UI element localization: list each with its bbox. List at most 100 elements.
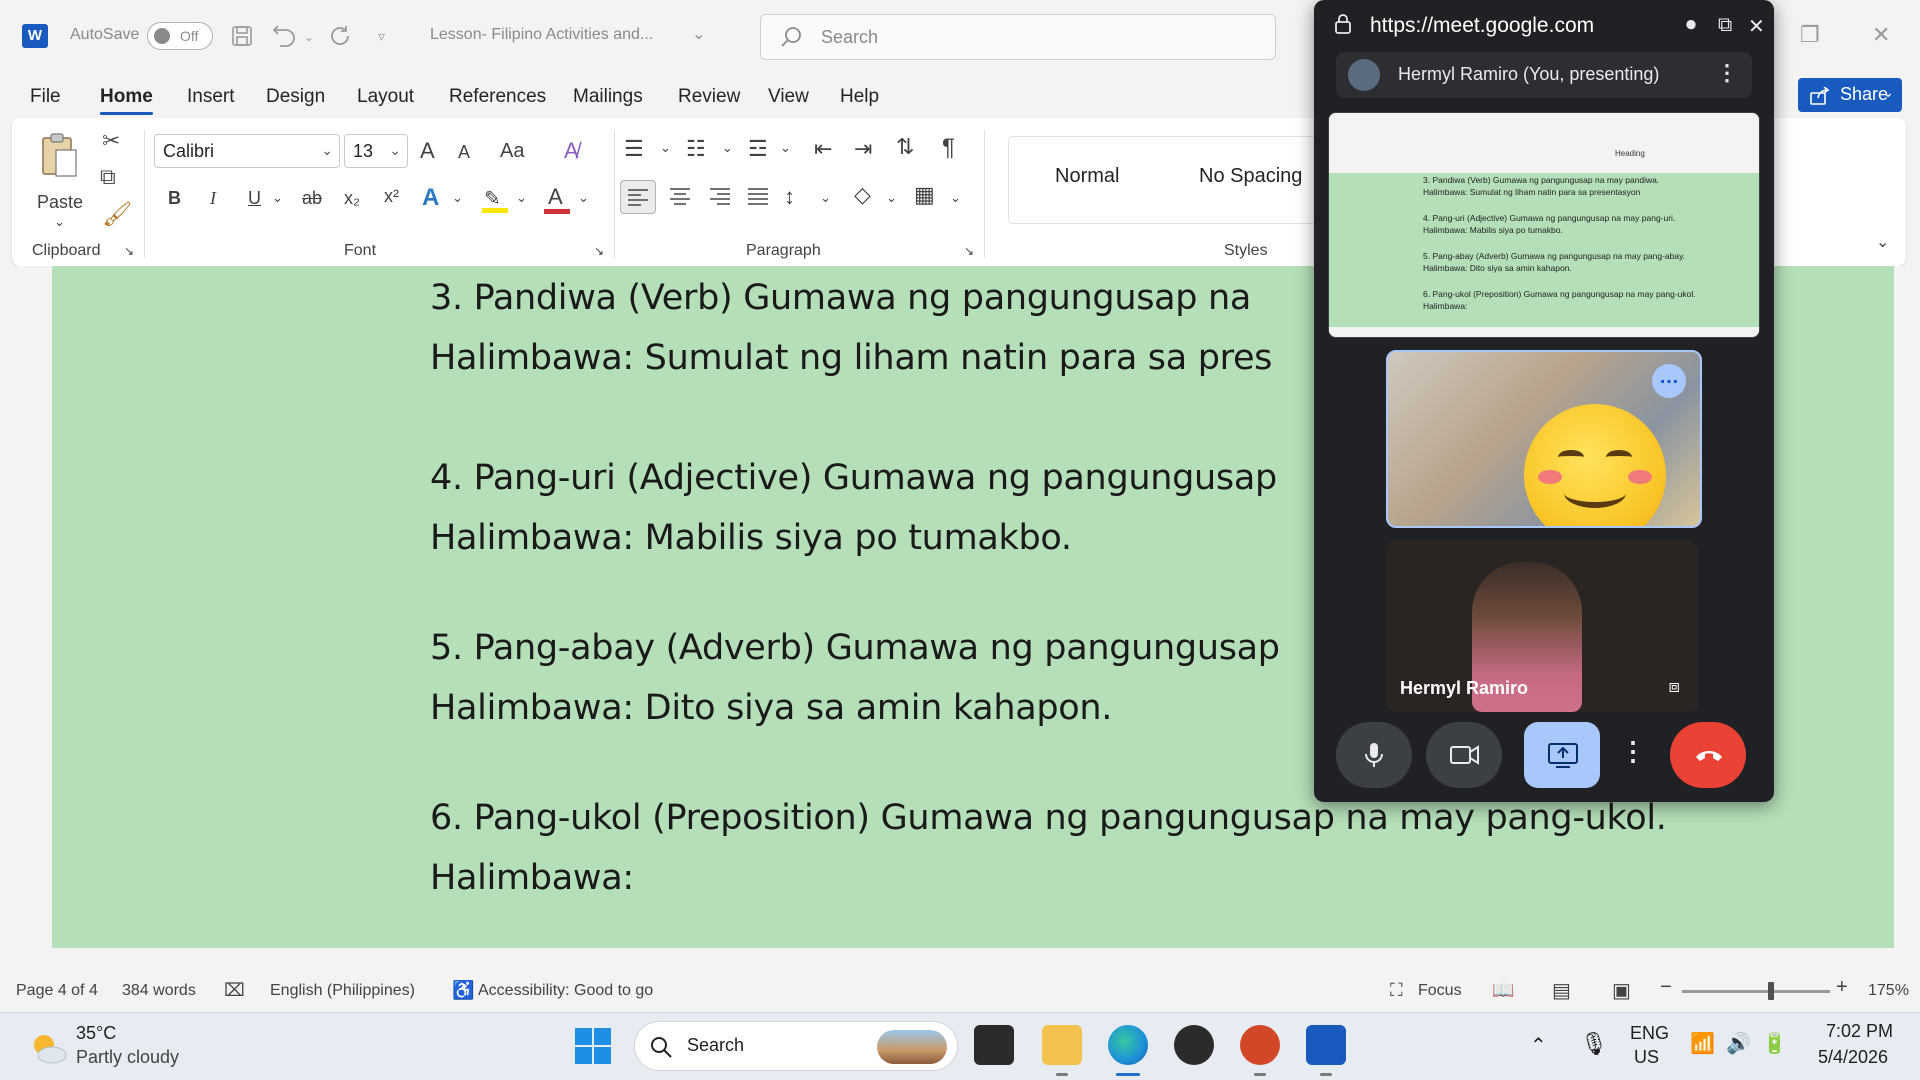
zoom-slider[interactable] [1682,982,1830,1000]
numbering-icon[interactable]: ☷ [686,136,706,162]
share-dropdown-icon[interactable]: ⌄ [1882,84,1894,101]
style-no-spacing[interactable]: No Spacing [1199,165,1302,188]
zoom-slider-thumb[interactable] [1768,982,1774,1000]
close-window-icon[interactable]: ✕ [1872,22,1890,48]
increase-indent-icon[interactable]: ⇥ [854,136,872,162]
undo-dropdown-icon[interactable]: ⌄ [304,30,314,44]
underline-dropdown-icon[interactable]: ⌄ [272,190,283,206]
participant-tile-self[interactable]: … [1386,350,1702,528]
redo-icon[interactable] [328,24,352,54]
clear-formatting-icon[interactable]: A̸ [564,138,579,164]
tab-insert[interactable]: Insert [187,86,235,108]
change-case-icon[interactable]: Aa [500,140,524,163]
sort-icon[interactable]: ⇅ [896,134,914,160]
read-mode-icon[interactable]: 📖 [1492,980,1514,1001]
page-count[interactable]: Page 4 of 4 [16,982,98,1000]
taskbar-search[interactable]: Search [634,1021,958,1071]
autosave-toggle[interactable]: Off [147,22,213,50]
underline-icon[interactable]: U [248,188,261,209]
microphone-icon[interactable]: 🎙 [1580,1031,1608,1057]
style-normal[interactable]: Normal [1055,165,1119,188]
shading-dropdown-icon[interactable]: ⌄ [886,190,897,206]
zoom-in-icon[interactable]: + [1836,976,1848,999]
paragraph-launcher-icon[interactable]: ↘ [964,244,974,258]
customize-qat-icon[interactable]: ▿ [378,28,385,45]
zoom-out-icon[interactable]: − [1660,976,1672,999]
text-effects-dropdown-icon[interactable]: ⌄ [452,190,463,206]
show-formatting-marks-icon[interactable]: ¶ [942,134,955,162]
present-button[interactable] [1524,722,1600,788]
input-language-top[interactable]: ENG [1630,1023,1669,1044]
tab-home[interactable]: Home [100,86,153,115]
meet-pip-window[interactable]: https://meet.google.com ⏺ ⧉ ✕ Hermyl Ram… [1314,0,1774,802]
italic-icon[interactable]: I [210,188,216,209]
print-layout-icon[interactable]: ▤ [1552,978,1571,1003]
decrease-indent-icon[interactable]: ⇤ [814,136,832,162]
strikethrough-icon[interactable]: ab [302,188,322,209]
volume-icon[interactable]: 🔊 [1726,1031,1751,1056]
tile-more-options-icon[interactable]: … [1652,364,1686,398]
edge-browser-icon[interactable] [1108,1025,1148,1065]
clock-date[interactable]: 5/4/2026 [1818,1047,1888,1068]
word-taskbar-icon[interactable] [1306,1025,1346,1065]
show-hidden-icons-icon[interactable]: ⌃ [1530,1033,1547,1058]
highlight-dropdown-icon[interactable]: ⌄ [516,190,527,206]
word-count[interactable]: 384 words [122,982,196,1000]
web-layout-icon[interactable]: ▣ [1612,978,1631,1003]
bullets-icon[interactable]: ☰ [624,136,644,162]
justify-icon[interactable] [748,188,768,211]
language-status[interactable]: English (Philippines) [270,982,415,1000]
tab-file[interactable]: File [30,86,61,108]
font-color-dropdown-icon[interactable]: ⌄ [578,190,589,206]
search-input[interactable]: Search [760,14,1276,60]
paste-button[interactable]: Paste ⌄ [32,130,83,240]
document-title[interactable]: Lesson- Filipino Activities and... [430,26,653,44]
powerpoint-icon[interactable] [1240,1025,1280,1065]
highlight-color-icon[interactable]: ✎ [482,186,508,214]
tab-review[interactable]: Review [678,86,740,108]
accessibility-status[interactable]: Accessibility: Good to go [478,982,653,1000]
subscript-icon[interactable]: x₂ [344,188,360,209]
share-button[interactable]: Share ⌄ [1798,78,1902,112]
more-options-icon[interactable]: ⋮ [1716,60,1738,86]
borders-dropdown-icon[interactable]: ⌄ [950,190,961,206]
obs-studio-icon[interactable] [1174,1025,1214,1065]
font-name-combo[interactable]: Calibri ⌄ [154,134,340,168]
shading-icon[interactable]: ◇ [854,182,871,208]
clock-time[interactable]: 7:02 PM [1826,1021,1893,1042]
font-size-combo[interactable]: 13 ⌄ [344,134,408,168]
grow-font-icon[interactable]: A [420,138,435,164]
shrink-font-icon[interactable]: A [458,142,470,163]
bullets-dropdown-icon[interactable]: ⌄ [660,140,671,156]
proofing-icon[interactable]: ⌧ [224,980,245,1001]
zoom-level[interactable]: 175% [1868,982,1909,1000]
undo-icon[interactable] [272,24,298,54]
focus-button[interactable]: Focus [1418,982,1462,1000]
font-color-icon[interactable]: A [544,184,570,214]
tab-help[interactable]: Help [840,86,879,108]
start-button[interactable] [574,1027,612,1065]
collapse-ribbon-icon[interactable]: ⌄ [1876,232,1889,252]
numbering-dropdown-icon[interactable]: ⌄ [722,140,733,156]
task-view-icon[interactable] [974,1025,1014,1065]
weather-widget[interactable]: 35°C Partly cloudy [24,1023,194,1073]
save-icon[interactable] [230,24,254,54]
format-painter-icon[interactable]: 🖌 [102,200,132,229]
cut-icon[interactable]: ✂ [102,128,120,154]
tab-mailings[interactable]: Mailings [573,86,643,108]
align-left-button[interactable] [620,180,656,214]
title-dropdown-icon[interactable]: ⌄ [692,24,705,44]
tab-view[interactable]: View [768,86,809,108]
participant-tile[interactable]: Hermyl Ramiro ⧈ [1386,540,1698,712]
tab-layout[interactable]: Layout [357,86,414,108]
multilevel-list-icon[interactable]: ☲ [748,136,768,162]
font-launcher-icon[interactable]: ↘ [594,244,604,258]
file-explorer-icon[interactable] [1042,1025,1082,1065]
end-call-button[interactable] [1670,722,1746,788]
camera-toggle-icon[interactable]: ⏺ [1686,14,1696,37]
input-language-bottom[interactable]: US [1634,1047,1659,1068]
meet-more-options-button[interactable]: ⋮ [1612,722,1646,788]
battery-icon[interactable]: 🔋 [1762,1031,1787,1056]
close-icon[interactable]: ✕ [1748,14,1765,39]
restore-window-icon[interactable]: ❐ [1800,22,1820,48]
